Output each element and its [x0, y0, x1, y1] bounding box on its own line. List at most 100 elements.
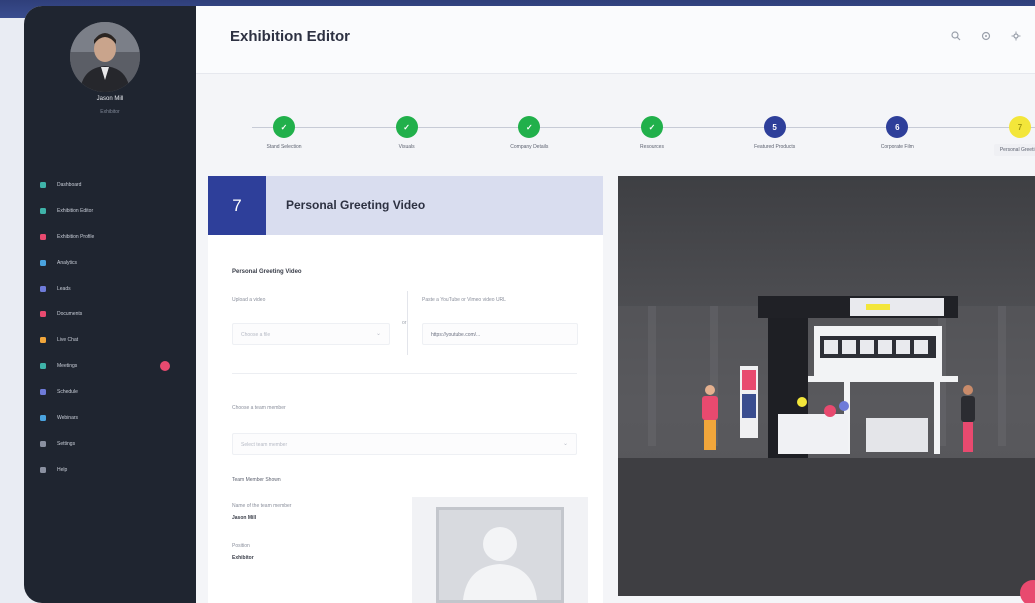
sidebar-item-label: Schedule — [57, 389, 78, 396]
section-title: Personal Greeting Video — [286, 198, 426, 212]
sidebar-item-documents[interactable]: Documents — [24, 301, 196, 327]
step-5[interactable]: 5 Featured Products — [725, 116, 825, 150]
notification-badge — [160, 361, 170, 372]
upload-label: Upload a video — [232, 297, 266, 303]
greeting-form: Personal Greeting Video Upload a video C… — [208, 235, 603, 603]
step-label: Resources — [640, 144, 664, 150]
gear-icon — [39, 440, 47, 448]
sidebar-item-label: Meetings — [57, 363, 78, 370]
section-header: 7 Personal Greeting Video — [208, 176, 603, 235]
select-label: Choose a team member — [232, 405, 286, 411]
progress-stepper: ✓ Stand Selection ✓ Visuals ✓ Company Details… — [196, 74, 1035, 176]
settings-icon[interactable] — [1010, 30, 1022, 42]
chart-icon — [39, 259, 47, 267]
sidebar-item-analytics[interactable]: Analytics — [24, 250, 196, 276]
step-1[interactable]: ✓ Stand Selection — [234, 116, 334, 150]
page-title: Exhibition Editor — [230, 28, 350, 45]
or-text: or — [401, 319, 408, 327]
sidebar-item-label: Exhibition Editor — [57, 207, 94, 214]
header-actions — [950, 30, 1022, 42]
sidebar-item-webinars[interactable]: Webinars — [24, 405, 196, 431]
sidebar-item-label: Documents — [57, 311, 83, 318]
grid-icon — [39, 181, 47, 189]
step-label: Corporate Film — [880, 144, 914, 150]
header: Exhibition Editor — [196, 6, 1035, 74]
video-icon — [39, 414, 47, 422]
clock-icon — [39, 388, 47, 396]
booth-illustration — [618, 176, 1035, 596]
video-url-input[interactable]: https://youtube.com/... — [422, 323, 578, 345]
step-label: Visuals — [398, 144, 415, 150]
step-2[interactable]: ✓ Visuals — [357, 116, 457, 150]
app-window: Jason Mill Exhibitor Dashboard Exhibition… — [24, 6, 1035, 603]
step-label: Personal Greeting — [993, 144, 1035, 156]
sidebar-item-exhibition-profile[interactable]: Exhibition Profile — [24, 224, 196, 250]
member-name-value: Jason Mill — [232, 515, 257, 521]
user-role: Exhibitor — [100, 109, 120, 115]
member-title: Team Member Shown — [232, 477, 281, 483]
form-separator — [232, 373, 577, 374]
check-icon: ✓ — [273, 116, 295, 138]
step-3[interactable]: ✓ Company Details — [479, 116, 579, 150]
search-icon[interactable] — [950, 30, 962, 42]
user-avatar[interactable] — [70, 22, 140, 92]
step-7[interactable]: 7 Personal Greeting — [970, 116, 1035, 156]
help-icon — [39, 466, 47, 474]
sidebar-item-label: Live Chat — [57, 337, 79, 344]
sidebar-item-label: Settings — [57, 440, 76, 447]
chevron-down-icon: ⌄ — [562, 441, 568, 447]
sidebar-item-settings[interactable]: Settings — [24, 431, 196, 457]
step-4[interactable]: ✓ Resources — [602, 116, 702, 150]
calendar-icon — [39, 362, 47, 370]
sidebar-item-label: Help — [57, 466, 68, 473]
section-number: 7 — [208, 176, 266, 235]
sidebar-item-meetings[interactable]: Meetings — [24, 353, 196, 379]
sidebar-item-help[interactable]: Help — [24, 457, 196, 483]
step-number: 7 — [1009, 116, 1031, 138]
user-placeholder-icon — [463, 527, 537, 600]
step-label: Company Details — [510, 144, 549, 150]
team-member-select[interactable]: Select team member ⌄ — [232, 433, 577, 455]
step-label: Featured Products — [754, 144, 796, 150]
sidebar-item-label: Leads — [57, 285, 71, 292]
bell-icon[interactable] — [980, 30, 992, 42]
step-number: 6 — [886, 116, 909, 138]
member-photo-box[interactable] — [412, 497, 588, 603]
check-icon: ✓ — [518, 116, 541, 138]
upload-placeholder: Choose a file — [241, 332, 271, 338]
chat-icon — [39, 336, 47, 344]
check-icon: ✓ — [641, 116, 663, 138]
sidebar-nav: Dashboard Exhibition Editor Exhibition Pro… — [24, 172, 196, 483]
help-fab-button[interactable] — [1020, 580, 1035, 603]
upload-field[interactable]: Choose a file ⌄ — [232, 323, 390, 345]
step-number: 5 — [763, 116, 786, 138]
users-icon — [39, 285, 47, 293]
sidebar-item-schedule[interactable]: Schedule — [24, 379, 196, 405]
check-icon: ✓ — [395, 116, 418, 138]
sidebar-item-dashboard[interactable]: Dashboard — [24, 172, 196, 198]
form-subtitle: Personal Greeting Video — [232, 269, 302, 275]
sidebar: Jason Mill Exhibitor Dashboard Exhibition… — [24, 6, 196, 603]
sidebar-item-live-chat[interactable]: Live Chat — [24, 327, 196, 353]
sidebar-item-label: Webinars — [57, 414, 79, 421]
folder-icon — [39, 310, 47, 318]
user-name: Jason Mill — [96, 96, 124, 102]
booth-preview — [618, 176, 1035, 596]
sidebar-item-label: Dashboard — [57, 181, 82, 188]
member-role-value: Exhibitor — [232, 555, 254, 561]
team-member-placeholder: Select team member — [241, 442, 288, 448]
step-label: Stand Selection — [266, 144, 302, 150]
sidebar-item-label: Exhibition Profile — [57, 233, 95, 240]
link-label: Paste a YouTube or Vimeo video URL — [422, 297, 506, 303]
member-role-label: Position — [232, 543, 250, 549]
sidebar-item-label: Analytics — [57, 259, 78, 266]
chevron-down-icon: ⌄ — [375, 331, 381, 337]
sidebar-item-exhibition-editor[interactable]: Exhibition Editor — [24, 198, 196, 224]
sidebar-item-leads[interactable]: Leads — [24, 276, 196, 302]
id-card-icon — [39, 233, 47, 241]
edit-icon — [39, 207, 47, 215]
video-url-placeholder: https://youtube.com/... — [431, 332, 481, 338]
step-6[interactable]: 6 Corporate Film — [847, 116, 947, 150]
member-name-label: Name of the team member — [232, 503, 292, 509]
member-photo-placeholder — [436, 507, 564, 603]
